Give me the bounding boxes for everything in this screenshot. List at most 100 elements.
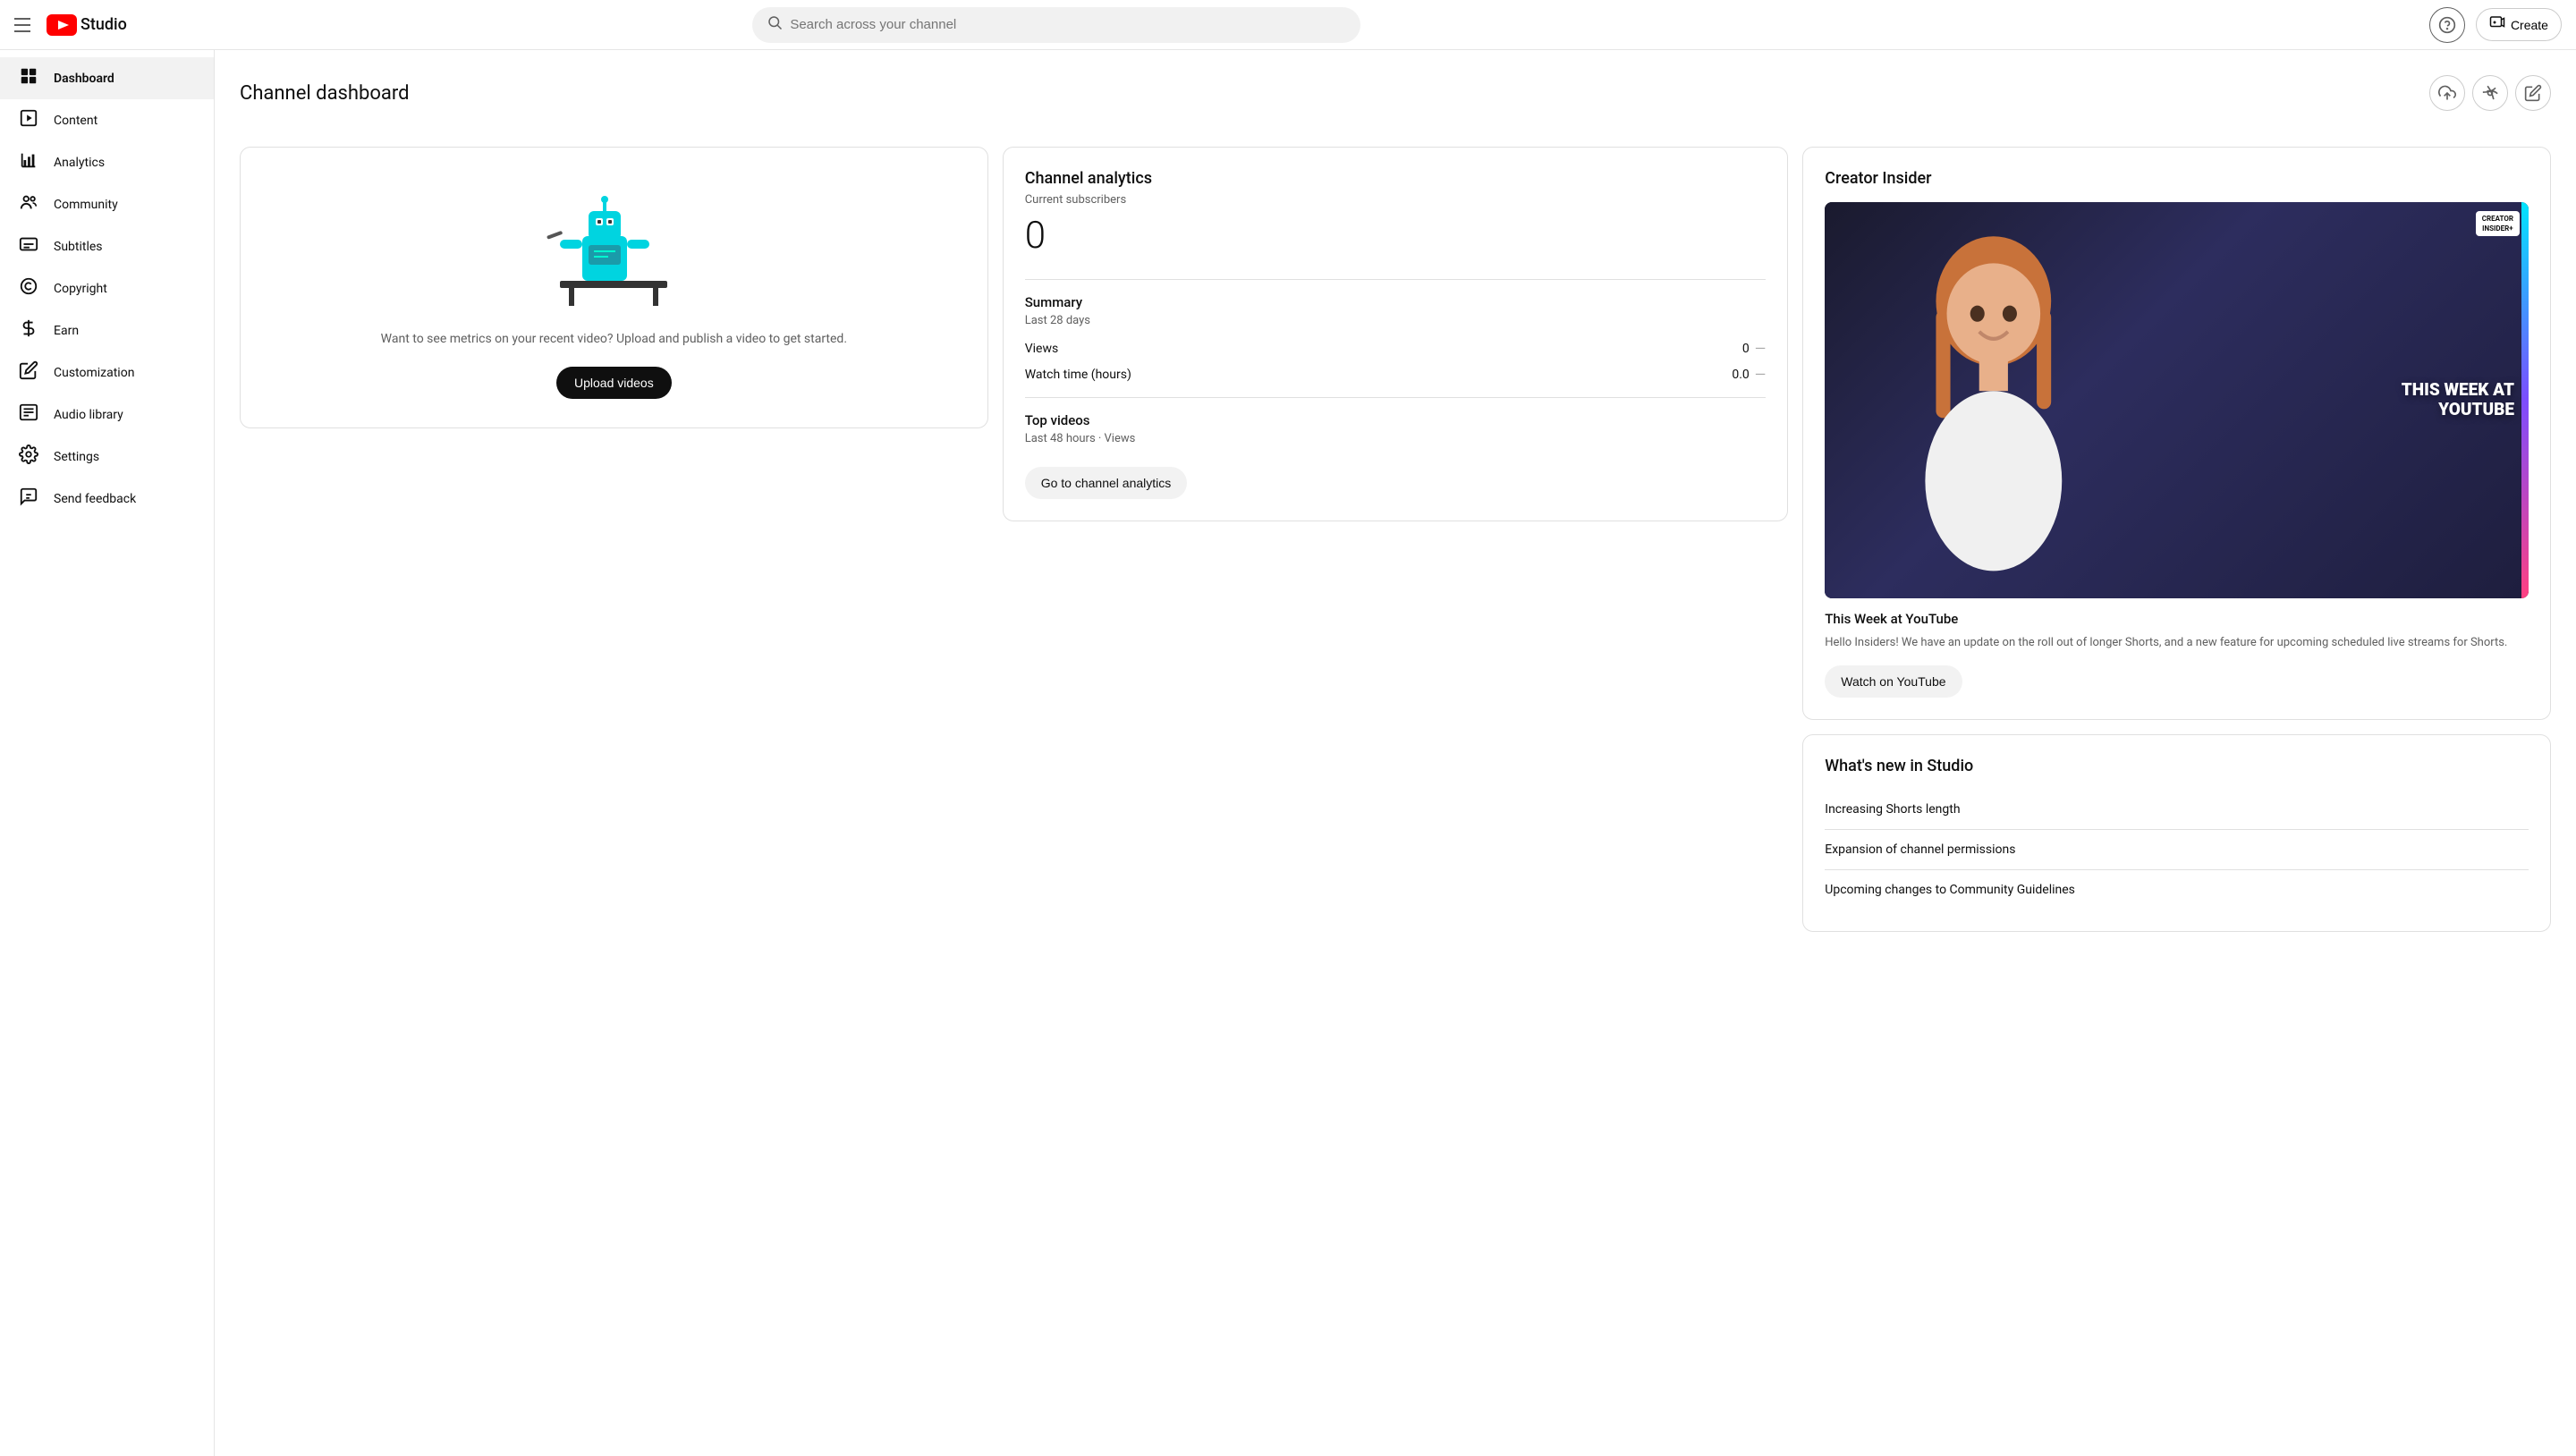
sidebar-item-community[interactable]: Community [0, 183, 214, 225]
content-icon [18, 108, 39, 132]
sidebar-item-settings[interactable]: Settings [0, 436, 214, 478]
analytics-icon [18, 150, 39, 174]
sidebar-item-label: Earn [54, 324, 79, 338]
earn-icon [18, 318, 39, 343]
search-input[interactable] [790, 17, 1346, 32]
analytics-card-title: Channel analytics [1025, 169, 1767, 188]
create-button[interactable]: Create [2476, 8, 2562, 41]
watch-time-metric: Watch time (hours) 0.0 — [1025, 366, 1767, 383]
summary-title: Summary [1025, 294, 1767, 310]
news-item-2[interactable]: Expansion of channel permissions [1825, 830, 2529, 870]
watch-time-value-group: 0.0 — [1732, 366, 1766, 383]
dashboard-icon [18, 66, 39, 90]
views-label: Views [1025, 342, 1059, 356]
news-item-1[interactable]: Increasing Shorts length [1825, 790, 2529, 830]
settings-icon [18, 444, 39, 469]
upload-card-text: Want to see metrics on your recent video… [381, 330, 847, 349]
creator-person-graphic [1825, 202, 2163, 598]
watch-time-dash: — [1755, 366, 1767, 383]
page-title: Channel dashboard [240, 82, 410, 105]
sidebar-item-send-feedback[interactable]: Send feedback [0, 478, 214, 520]
creator-episode-title: This Week at YouTube [1825, 611, 2529, 627]
creator-card-title: Creator Insider [1825, 169, 2529, 188]
sidebar-item-audio-library[interactable]: Audio library [0, 394, 214, 436]
logo[interactable]: Studio [47, 14, 127, 36]
live-action-button[interactable] [2472, 75, 2508, 111]
main-content: Channel dashboard [215, 50, 2576, 1456]
sidebar-item-subtitles[interactable]: Subtitles [0, 225, 214, 267]
summary-period: Last 28 days [1025, 314, 1767, 327]
sidebar-item-copyright[interactable]: Copyright [0, 267, 214, 309]
community-icon [18, 192, 39, 216]
divider-2 [1025, 397, 1767, 398]
creator-thumb-inner: THIS WEEK AT YOUTUBE CREATOR INSIDER+ [1825, 202, 2529, 598]
sidebar-item-label: Subtitles [54, 240, 103, 254]
sidebar-item-analytics[interactable]: Analytics [0, 141, 214, 183]
search-form[interactable] [752, 7, 1360, 43]
search-icon [767, 14, 783, 35]
top-videos-title: Top videos [1025, 412, 1767, 428]
creator-description: Hello Insiders! We have an update on the… [1825, 634, 2529, 652]
creator-thumbnail: THIS WEEK AT YOUTUBE CREATOR INSIDER+ [1825, 202, 2529, 598]
top-videos-period: Last 48 hours · Views [1025, 432, 1767, 445]
hamburger-button[interactable] [14, 14, 36, 36]
upload-videos-button[interactable]: Upload videos [556, 367, 672, 399]
watch-time-label: Watch time (hours) [1025, 368, 1131, 382]
sidebar-item-label: Audio library [54, 408, 123, 422]
badge-line2: INSIDER+ [2482, 224, 2513, 233]
topnav-left: Studio [14, 14, 211, 36]
sidebar-item-label: Analytics [54, 156, 105, 170]
watch-on-youtube-button[interactable]: Watch on YouTube [1825, 665, 1962, 698]
creator-thumb-text: THIS WEEK AT YOUTUBE [2402, 380, 2514, 419]
send-feedback-icon [18, 487, 39, 511]
upload-card: Want to see metrics on your recent video… [240, 147, 988, 428]
cards-row: Want to see metrics on your recent video… [240, 147, 2551, 932]
main-layout: Dashboard Content Analytics [0, 0, 2576, 1456]
analytics-card: Channel analytics Current subscribers 0 … [1003, 147, 1789, 521]
customization-icon [18, 360, 39, 385]
upload-illustration [533, 173, 694, 316]
upload-action-button[interactable] [2429, 75, 2465, 111]
sidebar-item-label: Community [54, 198, 118, 212]
watch-time-number: 0.0 [1732, 368, 1749, 382]
copyright-icon [18, 276, 39, 301]
badge-line1: CREATOR [2482, 214, 2513, 224]
logo-studio-text: Studio [80, 15, 127, 34]
youtube-logo-icon [47, 14, 77, 36]
sidebar-item-label: Send feedback [54, 492, 136, 506]
sidebar: Dashboard Content Analytics [0, 50, 215, 1456]
views-value-group: 0 — [1742, 340, 1766, 357]
sidebar-item-label: Settings [54, 450, 99, 464]
create-icon [2489, 14, 2505, 35]
creator-thumb-line2: YOUTUBE [2402, 400, 2514, 419]
dashboard-actions [2429, 75, 2551, 111]
subtitles-icon [18, 234, 39, 258]
sidebar-item-label: Content [54, 114, 97, 128]
audio-library-icon [18, 402, 39, 427]
sidebar-item-dashboard[interactable]: Dashboard [0, 57, 214, 99]
sidebar-item-customization[interactable]: Customization [0, 351, 214, 394]
sidebar-item-label: Copyright [54, 282, 107, 296]
whats-new-title: What's new in Studio [1825, 757, 2529, 775]
search-bar [752, 7, 1360, 43]
sidebar-item-earn[interactable]: Earn [0, 309, 214, 351]
go-to-channel-analytics-button[interactable]: Go to channel analytics [1025, 467, 1188, 499]
topnav-right: Create [2429, 7, 2562, 43]
news-item-3[interactable]: Upcoming changes to Community Guidelines [1825, 870, 2529, 910]
divider-1 [1025, 279, 1767, 280]
whats-new-card: What's new in Studio Increasing Shorts l… [1802, 734, 2551, 932]
subscribers-label: Current subscribers [1025, 193, 1767, 207]
creator-insider-card: Creator Insider [1802, 147, 2551, 720]
subscribers-count: 0 [1025, 214, 1767, 258]
create-label: Create [2511, 18, 2548, 32]
sidebar-item-label: Customization [54, 366, 134, 380]
gradient-bar [2521, 202, 2529, 598]
creator-thumb-line1: THIS WEEK AT [2402, 380, 2514, 400]
creator-right-column: Creator Insider [1802, 147, 2551, 932]
views-metric: Views 0 — [1025, 340, 1767, 357]
creator-badge: CREATOR INSIDER+ [2476, 211, 2520, 236]
edit-action-button[interactable] [2515, 75, 2551, 111]
topnav: Studio [0, 0, 2576, 50]
sidebar-item-content[interactable]: Content [0, 99, 214, 141]
help-button[interactable] [2429, 7, 2465, 43]
